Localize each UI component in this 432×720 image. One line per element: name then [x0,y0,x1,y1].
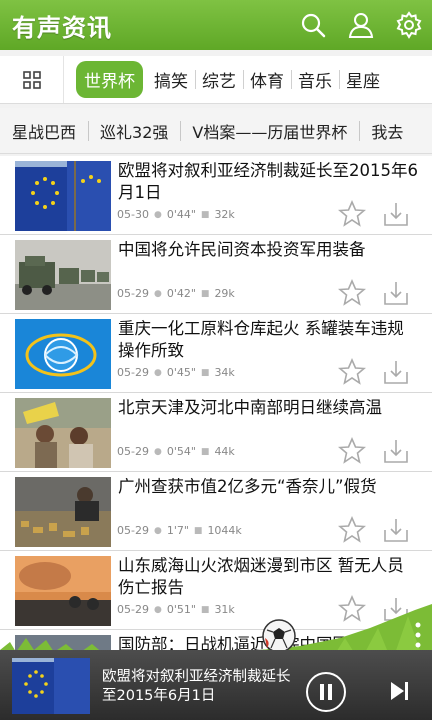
grid-menu-icon[interactable] [0,56,64,103]
folder-icon: ■ [200,209,210,220]
topic-item[interactable]: 星战巴西 [0,119,88,143]
news-row[interactable]: 中国将允许民间资本投资军用装备 05-29 ● 0'42" ■ 29k [0,235,432,314]
download-icon[interactable] [382,516,410,544]
news-meta: 05-29 ● 0'42" ■ 29k [117,287,235,300]
user-icon[interactable] [344,8,378,42]
topic-bar: 星战巴西 巡礼32强 V档案——历届世界杯 我去 [0,108,432,154]
player-thumbnail-eu-flags[interactable] [12,658,90,714]
favorite-star-icon[interactable] [337,516,367,544]
news-title: 重庆一化工原料仓库起火 系罐装车违规操作所致 [118,319,404,360]
news-duration: 1'7" [166,524,189,537]
settings-gear-icon[interactable] [392,8,426,42]
news-title: 山东威海山火浓烟迷漫到市区 暂无人员伤亡报告 [118,556,404,597]
topic-item[interactable]: 我去 [359,119,415,143]
download-icon[interactable] [382,279,410,307]
news-meta: 05-29 ● 0'51" ■ 31k [117,603,235,616]
folder-icon: ■ [193,525,203,536]
news-size: 34k [214,366,235,379]
search-icon[interactable] [296,8,330,42]
news-title: 广州查获市值2亿多元“香奈儿”假货 [118,477,377,496]
favorite-star-icon[interactable] [337,200,367,228]
news-date: 05-29 [117,524,149,537]
pause-icon [320,684,332,700]
next-track-button[interactable] [385,677,413,705]
news-date: 05-30 [117,208,149,221]
separator-dot-icon: ● [153,288,162,299]
news-meta: 05-29 ● 0'45" ■ 34k [117,366,235,379]
news-row[interactable]: 山东威海山火浓烟迷漫到市区 暂无人员伤亡报告 05-29 ● 0'51" ■ 3… [0,551,432,630]
news-duration: 0'42" [166,287,196,300]
news-size: 29k [214,287,235,300]
news-size: 44k [214,445,235,458]
topic-item[interactable]: V档案——历届世界杯 [180,119,359,143]
folder-icon: ■ [200,367,210,378]
folder-icon: ■ [200,446,210,457]
soccer-ball-icon [262,619,296,653]
app-title: 有声资讯 [12,13,112,42]
news-thumbnail-eu-flags [15,161,111,231]
mini-player: 欧盟将对叙利亚经济制裁延长至2015年6月1日 [0,650,432,720]
favorite-star-icon[interactable] [337,437,367,465]
news-thumbnail-military-vehicles [15,240,111,310]
news-size: 1044k [207,524,242,537]
download-icon[interactable] [382,358,410,386]
folder-icon: ■ [200,288,210,299]
news-meta: 05-29 ● 0'54" ■ 44k [117,445,235,458]
tab-music[interactable]: 音乐 [291,67,339,92]
download-icon[interactable] [382,437,410,465]
separator-dot-icon: ● [153,525,162,536]
news-thumbnail-seized-goods [15,477,111,547]
news-duration: 0'51" [166,603,196,616]
tab-variety[interactable]: 综艺 [195,67,243,92]
news-duration: 0'44" [166,208,196,221]
news-duration: 0'45" [166,366,196,379]
news-row[interactable]: 广州查获市值2亿多元“香奈儿”假货 05-29 ● 1'7" ■ 1044k [0,472,432,551]
news-title: 欧盟将对叙利亚经济制裁延长至2015年6月1日 [118,161,418,202]
app-header: 有声资讯 [0,0,432,50]
folder-icon: ■ [200,604,210,615]
news-row[interactable]: 重庆一化工原料仓库起火 系罐装车违规操作所致 05-29 ● 0'45" ■ 3… [0,314,432,393]
topic-item[interactable]: 巡礼32强 [88,119,180,143]
news-thumbnail-tv-logo [15,319,111,389]
news-thumbnail-heat-people [15,398,111,468]
news-meta: 05-30 ● 0'44" ■ 32k [117,208,235,221]
tab-sports[interactable]: 体育 [243,67,291,92]
news-size: 31k [214,603,235,616]
app-root: 有声资讯 世界杯 搞笑 综艺 体育 音乐 星座 星战巴西 巡礼32强 V档案——… [0,0,432,720]
tab-horoscope[interactable]: 星座 [339,67,387,92]
skip-next-icon [391,682,408,700]
news-title: 北京天津及河北中南部明日继续高温 [118,398,382,417]
news-date: 05-29 [117,603,149,616]
news-title: 中国将允许民间资本投资军用装备 [118,240,366,259]
header-actions [296,8,426,42]
news-row[interactable]: 北京天津及河北中南部明日继续高温 05-29 ● 0'54" ■ 44k [0,393,432,472]
separator-dot-icon: ● [153,604,162,615]
news-date: 05-29 [117,445,149,458]
news-duration: 0'54" [166,445,196,458]
favorite-star-icon[interactable] [337,595,367,623]
more-options-dots-icon[interactable] [414,620,422,650]
player-track-title: 欧盟将对叙利亚经济制裁延长至2015年6月1日 [102,669,291,704]
news-date: 05-29 [117,287,149,300]
pause-button[interactable] [306,672,346,712]
favorite-star-icon[interactable] [337,358,367,386]
separator-dot-icon: ● [153,367,162,378]
separator-dot-icon: ● [153,446,162,457]
news-row[interactable]: 欧盟将对叙利亚经济制裁延长至2015年6月1日 05-30 ● 0'44" ■ … [0,156,432,235]
tab-list: 世界杯 搞笑 综艺 体育 音乐 星座 [64,61,387,98]
news-list: 欧盟将对叙利亚经济制裁延长至2015年6月1日 05-30 ● 0'44" ■ … [0,156,432,709]
download-icon[interactable] [382,200,410,228]
news-meta: 05-29 ● 1'7" ■ 1044k [117,524,242,537]
news-size: 32k [214,208,235,221]
separator-dot-icon: ● [153,209,162,220]
tab-world-cup[interactable]: 世界杯 [76,61,143,98]
category-tab-bar: 世界杯 搞笑 综艺 体育 音乐 星座 [0,56,432,104]
news-thumbnail-wildfire-smoke [15,556,111,626]
tab-funny[interactable]: 搞笑 [147,67,195,92]
news-date: 05-29 [117,366,149,379]
download-icon[interactable] [382,595,410,623]
favorite-star-icon[interactable] [337,279,367,307]
